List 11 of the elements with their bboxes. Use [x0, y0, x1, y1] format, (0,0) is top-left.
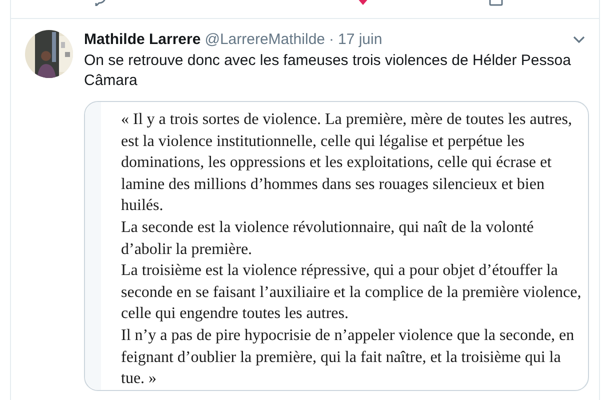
- quote-paragraph: La troisième est la violence répressive, qui a pour objet d’étouffer la seconde en se faisant l’auxiliaire et la complice de la première violence, celle qui engendre toutes les autres.: [121, 261, 582, 324]
- tweet-date[interactable]: 17 juin: [338, 30, 382, 50]
- quote-paragraph: « Il y a trois sortes de violence. La première, mère de toutes les autres, est la violence institutionnelle, celle qui légalise et perpétue les dominations, les oppressions et les exploitations, celle qui écrase et lamine des millions d’hommes dans ses rouages silencieux et bien huilés.: [121, 110, 573, 216]
- author-name[interactable]: Mathilde Larrere: [84, 30, 201, 50]
- quote-paragraph: La seconde est la violence révolutionnaire, qui naît de la volonté d’abolir la première.: [121, 218, 535, 260]
- author-handle[interactable]: @LarrereMathilde: [204, 30, 325, 50]
- quote-paragraph: Il n’y a pas de pire hypocrisie de n’appeler violence que la seconde, en feignant d’oublier la première, qui la fait naître, et la troisième qui la tue. »: [121, 326, 576, 390]
- tweet-text: On se retrouve donc avec les fameuses trois violences de Hélder Pessoa Câmara: [84, 51, 572, 91]
- caret-icon[interactable]: [573, 36, 585, 44]
- quote-image-card[interactable]: [84, 101, 589, 391]
- separator-dot: ·: [329, 30, 334, 50]
